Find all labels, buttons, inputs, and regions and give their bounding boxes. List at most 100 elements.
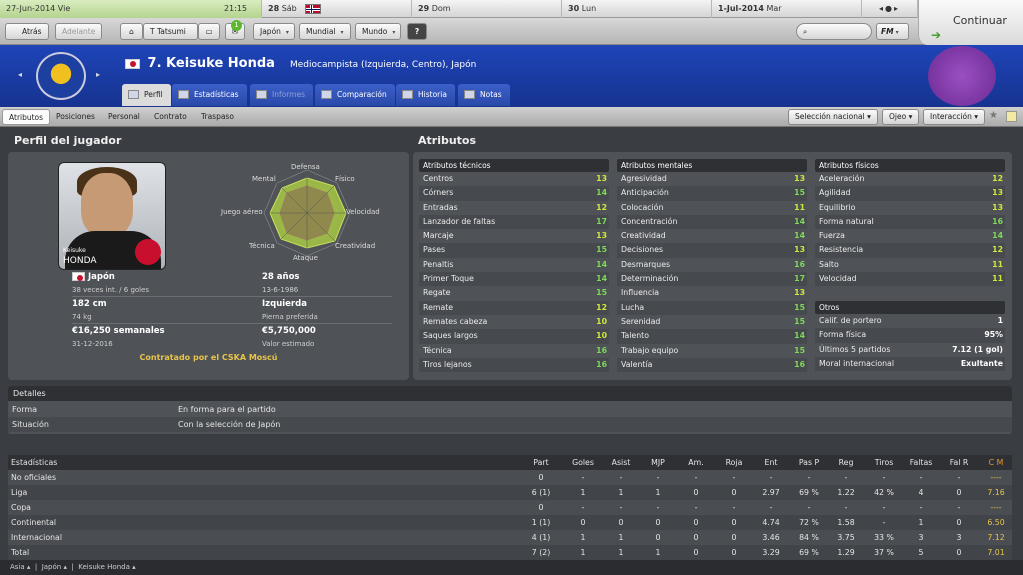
- inbox-button[interactable]: ▭: [198, 23, 220, 40]
- nav-world-menu[interactable]: Mundo ▾: [355, 23, 401, 40]
- calendar-controls[interactable]: ◂●▸: [862, 0, 918, 18]
- stats-row[interactable]: Total 7 (2) 1 1 1 0 0 3.29 69 % 1.29 37 % 5 0 7.01: [8, 545, 1012, 560]
- subtab-posiciones[interactable]: Posiciones: [50, 109, 101, 125]
- attribute-row[interactable]: Saques largos 10: [419, 329, 609, 344]
- attribute-row[interactable]: Talento 14: [617, 329, 807, 344]
- stats-column-header[interactable]: Part: [521, 455, 561, 470]
- fm-menu-button[interactable]: FM ▾: [876, 23, 909, 40]
- stats-column-header[interactable]: Reg: [826, 455, 866, 470]
- manager-menu[interactable]: T Tatsumi: [143, 23, 198, 40]
- tab-estadisticas[interactable]: Estadísticas: [172, 84, 247, 106]
- tab-historia[interactable]: Historia: [396, 84, 455, 106]
- subtab-traspaso[interactable]: Traspaso: [195, 109, 240, 125]
- national-selection-menu[interactable]: Selección nacional ▾: [788, 109, 878, 125]
- tab-informes[interactable]: Informes: [250, 84, 313, 106]
- stats-column-header[interactable]: Asist: [601, 455, 641, 470]
- stats-row[interactable]: Copa 0- - - - - - - - - - - ----: [8, 500, 1012, 515]
- attribute-row[interactable]: Tiros lejanos 16: [419, 357, 609, 373]
- attribute-row[interactable]: Creatividad 14: [617, 229, 807, 243]
- continue-button[interactable]: ➔ Continuar: [918, 0, 1023, 45]
- breadcrumb-item[interactable]: Asia: [10, 563, 25, 571]
- attribute-row[interactable]: Agilidad 13: [815, 186, 1005, 201]
- stats-column-header[interactable]: Fal R: [939, 455, 979, 470]
- attribute-row[interactable]: Anticipación 15: [617, 186, 807, 201]
- tab-notas[interactable]: Notas: [458, 84, 510, 106]
- calendar-day[interactable]: 30 Lun: [562, 0, 712, 18]
- subtab-atributos[interactable]: Atributos: [2, 109, 51, 125]
- calendar-today-icon[interactable]: ●: [885, 4, 894, 13]
- calendar-day[interactable]: 28 Sáb: [262, 0, 412, 18]
- calendar-day[interactable]: 29 Dom: [412, 0, 562, 18]
- stats-column-header[interactable]: Goles: [563, 455, 603, 470]
- attribute-row[interactable]: Penaltis 14: [419, 258, 609, 272]
- stats-row[interactable]: Internacional 4 (1) 1 1 0 0 0 3.46 84 % 3.75 33 % 3…: [8, 530, 1012, 545]
- stats-row[interactable]: Continental 1 (1) 0 0 0 0 0 4.74 72 % 1.58 - 1 0 6.50: [8, 515, 1012, 530]
- attribute-row[interactable]: Forma natural 16: [815, 214, 1005, 230]
- attribute-row[interactable]: Valentía 16: [617, 357, 807, 373]
- interaction-menu[interactable]: Interacción ▾: [923, 109, 986, 125]
- home-button[interactable]: ⌂: [120, 23, 143, 40]
- attribute-row[interactable]: Moral internacional Exultante: [815, 356, 1005, 372]
- attribute-row[interactable]: Calif. de portero 1: [815, 314, 1005, 328]
- next-player-icon[interactable]: ▸: [96, 70, 100, 79]
- attribute-row[interactable]: Salto 11: [815, 258, 1005, 272]
- nav-japan-menu[interactable]: Japón ▾: [253, 23, 295, 40]
- attribute-row[interactable]: Técnica 16: [419, 344, 609, 358]
- edit-note-icon[interactable]: [1006, 111, 1017, 122]
- attribute-row[interactable]: Regate 15: [419, 286, 609, 300]
- stats-column-header[interactable]: Ent: [751, 455, 791, 470]
- attribute-row[interactable]: Trabajo equipo 15: [617, 344, 807, 358]
- breadcrumb-item[interactable]: Japón: [42, 563, 62, 571]
- tab-perfil[interactable]: Perfil: [122, 84, 171, 106]
- scout-menu[interactable]: Ojeo ▾: [882, 109, 920, 125]
- attribute-row[interactable]: Fuerza 14: [815, 229, 1005, 243]
- attribute-row[interactable]: Centros 13: [419, 172, 609, 186]
- search-input[interactable]: ⌕: [796, 23, 872, 40]
- attribute-row[interactable]: Resistencia 12: [815, 243, 1005, 258]
- calendar-next-icon[interactable]: ▸: [894, 4, 900, 13]
- attribute-row[interactable]: Lucha 15: [617, 300, 807, 315]
- stats-column-header[interactable]: Am.: [676, 455, 716, 470]
- stats-column-header[interactable]: Roja: [714, 455, 754, 470]
- stats-column-header[interactable]: MJP: [638, 455, 678, 470]
- star-icon[interactable]: ★: [989, 110, 998, 121]
- attribute-row[interactable]: Serenidad 15: [617, 315, 807, 329]
- subtab-contrato[interactable]: Contrato: [148, 109, 193, 125]
- attribute-row[interactable]: Agresividad 13: [617, 172, 807, 186]
- nav-worldcup-menu[interactable]: Mundial ▾: [299, 23, 351, 40]
- attribute-row[interactable]: Desmarques 16: [617, 258, 807, 272]
- forward-button[interactable]: Adelante: [55, 23, 103, 40]
- attribute-row[interactable]: Marcaje 13: [419, 229, 609, 243]
- stats-row[interactable]: Liga 6 (1) 1 1 1 0 0 2.97 69 % 1.22 42 % 4 0 7.16: [8, 485, 1012, 500]
- attribute-row[interactable]: Influencia 13: [617, 286, 807, 300]
- attribute-row[interactable]: Remate 12: [419, 300, 609, 315]
- attribute-row[interactable]: Lanzador de faltas 17: [419, 214, 609, 230]
- help-button[interactable]: ?: [407, 23, 427, 40]
- attribute-row[interactable]: Velocidad 11: [815, 272, 1005, 287]
- attribute-row[interactable]: Aceleración 12: [815, 172, 1005, 186]
- prev-player-icon[interactable]: ◂: [18, 70, 22, 79]
- back-button[interactable]: Atrás: [5, 23, 49, 40]
- attribute-row[interactable]: Remates cabeza 10: [419, 315, 609, 329]
- current-date-cell[interactable]: 27-Jun-2014 Vie 21:15: [0, 0, 262, 18]
- breadcrumb-item[interactable]: Keisuke Honda: [78, 563, 130, 571]
- attribute-row[interactable]: Forma física 95%: [815, 328, 1005, 343]
- stats-column-header[interactable]: Pas P: [789, 455, 829, 470]
- attribute-row[interactable]: Córners 14: [419, 186, 609, 201]
- stats-row[interactable]: No oficiales 0- - - - - - - - - - - ----: [8, 470, 1012, 485]
- attribute-row[interactable]: Colocación 11: [617, 201, 807, 215]
- calendar-day[interactable]: 1-Jul-2014 Mar: [712, 0, 862, 18]
- tab-comparacion[interactable]: Comparación: [315, 84, 395, 106]
- attribute-row[interactable]: Concentración 14: [617, 214, 807, 230]
- subtab-personal[interactable]: Personal: [102, 109, 146, 125]
- attribute-row[interactable]: Entradas 12: [419, 201, 609, 215]
- attribute-row[interactable]: Determinación 17: [617, 272, 807, 287]
- stats-column-header[interactable]: Estadísticas: [11, 455, 171, 470]
- attribute-row[interactable]: Equilibrio 13: [815, 201, 1005, 215]
- attribute-row[interactable]: Primer Toque 14: [419, 272, 609, 287]
- stats-column-header[interactable]: Faltas: [901, 455, 941, 470]
- attribute-row[interactable]: Últimos 5 partidos 7.12 (1 gol): [815, 343, 1005, 357]
- stats-column-header[interactable]: C M: [976, 455, 1016, 470]
- stats-column-header[interactable]: Tiros: [864, 455, 904, 470]
- attribute-row[interactable]: Pases 15: [419, 243, 609, 258]
